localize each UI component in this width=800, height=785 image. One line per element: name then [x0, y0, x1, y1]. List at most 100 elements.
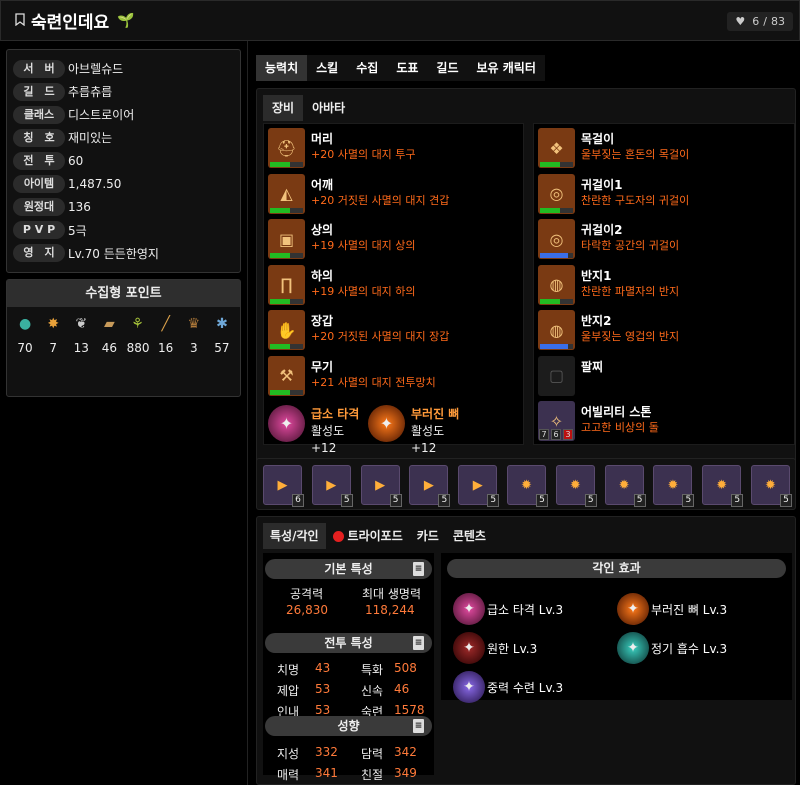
- engraving-name: 원한 Lv.3: [487, 641, 538, 656]
- stat-l2: 친절: [361, 768, 384, 782]
- stat-v: 332: [315, 745, 338, 759]
- stat-l2: 담력: [361, 747, 384, 761]
- engraving-icon: ✦: [453, 671, 485, 703]
- tab-4[interactable]: 길드: [427, 55, 467, 81]
- equipment-slot[interactable]: ⚒ 무기 +21 사멸의 대지 전투망치: [268, 355, 436, 398]
- profile-row: 서 버 아브렐슈드: [13, 57, 234, 80]
- equipment-slot[interactable]: ⛑ 머리 +20 사멸의 대지 투구: [268, 128, 416, 170]
- accessory-slot[interactable]: ◎ 귀걸이2 타락한 공간의 귀걸이: [538, 219, 679, 261]
- equipment-slot[interactable]: ◭ 어깨 +20 거짓된 사멸의 대지 견갑: [268, 173, 449, 216]
- profile-value: 1,487.50: [68, 177, 122, 192]
- bookmark-icon[interactable]: [15, 12, 25, 29]
- island-heart-icon[interactable]: ●: [14, 313, 36, 335]
- quality-bar: [270, 389, 303, 395]
- quality-fill: [540, 298, 560, 304]
- card-slot[interactable]: ▶ 5: [409, 465, 451, 507]
- stat-l2: 특화: [361, 663, 384, 677]
- engraving-name: 부러진 뼈 Lv.3: [651, 602, 728, 617]
- profile-label: 서 버: [13, 59, 65, 78]
- mokoko-seed-icon[interactable]: ⚘: [127, 313, 149, 335]
- card-slot[interactable]: ✹ 5: [653, 465, 695, 507]
- equipment-slot[interactable]: ∏ 하의 +19 사멸의 대지 하의: [268, 264, 416, 307]
- quality-fill: [270, 253, 290, 258]
- engraving-item[interactable]: ✦ 급소 타격 Lv.3: [453, 593, 563, 625]
- stats-tab-label: 카드: [416, 529, 439, 543]
- profile-value: 60: [68, 153, 84, 168]
- profile-value: 디스트로이어: [68, 108, 135, 123]
- stats-tab-3[interactable]: 콘텐츠: [446, 523, 493, 549]
- equipment-name: 어깨: [311, 177, 334, 192]
- card-slot[interactable]: ✹ 5: [555, 465, 597, 507]
- quality-fill: [540, 162, 560, 167]
- accessory-slot[interactable]: ◍ 반지2 울부짖는 영겁의 반지: [538, 310, 679, 352]
- accessory-text: 어빌리티 스톤 고고한 비상의 돌: [581, 401, 659, 443]
- quality-bar: [540, 344, 573, 349]
- document-icon[interactable]: ≡: [413, 636, 424, 650]
- document-icon[interactable]: ≡: [413, 719, 424, 733]
- subtab-0[interactable]: 장비: [263, 95, 304, 121]
- equipment-text: 하의 +19 사멸의 대지 하의: [311, 265, 416, 307]
- accessory-slot[interactable]: ✧ 7 6 3 어빌리티 스톤 고고한 비상의 돌: [538, 401, 659, 443]
- profile-row: P V P 5극: [13, 219, 234, 242]
- mask-icon[interactable]: ♛: [183, 313, 205, 335]
- armor-icon: ⛑: [268, 128, 305, 168]
- card-slot[interactable]: ▶ 5: [458, 465, 500, 507]
- collection-icons: ● ✸ ❦ ▰ ⚘ ╱ ♛ ✱: [7, 307, 240, 335]
- engraving-item[interactable]: ✦ 중력 수련 Lv.3: [453, 671, 563, 703]
- stats-tab-1[interactable]: 트라이포드: [326, 523, 410, 549]
- equipment-desc: +19 사멸의 대지 하의: [311, 284, 416, 298]
- card-slot[interactable]: ▶ 5: [311, 465, 353, 507]
- accessory-icon: ✧ 7 6 3: [538, 401, 575, 441]
- profile-row: 클래스 디스트로이어: [13, 103, 234, 126]
- engraving-icon: ✦: [617, 632, 649, 664]
- card-slot[interactable]: ✹ 5: [507, 465, 548, 507]
- card-slot[interactable]: ▶ 6: [263, 465, 304, 507]
- profile-value: 5극: [68, 223, 87, 238]
- accessory-slot[interactable]: ▢ 팔찌: [538, 355, 603, 398]
- profile-label: 길 드: [13, 82, 65, 101]
- tendency-title: 성향: [337, 719, 360, 733]
- card-slot[interactable]: ✹ 5: [751, 465, 792, 507]
- gem-slot[interactable]: ✦ 급소 타격 활성도 +12: [268, 405, 366, 455]
- tab-2[interactable]: 수집: [347, 55, 387, 81]
- equipment-slot[interactable]: ▣ 상의 +19 사멸의 대지 상의: [268, 219, 416, 261]
- card-slot[interactable]: ✹ 5: [702, 465, 744, 507]
- card-awakening: 5: [731, 494, 744, 507]
- like-count: 6: [752, 15, 760, 28]
- card-slot[interactable]: ▶ 5: [360, 465, 402, 507]
- gem-name: 급소 타격: [311, 407, 360, 421]
- gem-slot[interactable]: ✦ 부러진 뼈 활성도 +12: [368, 405, 466, 455]
- collection-value: 16: [158, 341, 174, 355]
- map-icon[interactable]: ▰: [98, 313, 120, 335]
- card-awakening: 5: [584, 494, 597, 507]
- main-tabs: 능력치 스킬 수집 도표 길드 보유 캐릭터: [256, 55, 545, 81]
- stats-tab-0[interactable]: 특성/각인: [263, 523, 326, 549]
- like-counter[interactable]: ♥ 6 / 83: [727, 12, 793, 31]
- engraving-item[interactable]: ✦ 정기 흡수 Lv.3: [617, 632, 727, 664]
- equipment-slot[interactable]: ✋ 장갑 +20 거짓된 사멸의 대지 장갑: [268, 310, 449, 352]
- art-icon[interactable]: ❦: [70, 313, 92, 335]
- card-slot[interactable]: ✹ 5: [604, 465, 646, 507]
- tendency-header: 성향 ≡: [265, 716, 432, 736]
- collection-value: 13: [73, 341, 89, 355]
- tab-5[interactable]: 보유 캐릭터: [468, 55, 545, 81]
- engraving-item[interactable]: ✦ 원한 Lv.3: [453, 632, 537, 664]
- stone-level-badge: 3: [563, 429, 573, 440]
- tab-0[interactable]: 능력치: [256, 55, 308, 81]
- accessory-slot[interactable]: ❖ 목걸이 울부짖는 혼돈의 목걸이: [538, 128, 689, 170]
- accessory-name: 목걸이: [581, 132, 615, 146]
- subtab-1[interactable]: 아바타: [303, 95, 354, 121]
- profile-row: 아이템 1,487.50: [13, 172, 234, 195]
- giant-heart-icon[interactable]: ✸: [42, 313, 64, 335]
- accessory-slot[interactable]: ◍ 반지1 찬란한 파멸자의 반지: [538, 264, 679, 307]
- world-tree-leaf-icon[interactable]: ✱: [211, 313, 233, 335]
- tab-1[interactable]: 스킬: [307, 55, 347, 81]
- engraving-item[interactable]: ✦ 부러진 뼈 Lv.3: [617, 593, 727, 625]
- orpheus-star-icon[interactable]: ╱: [155, 313, 177, 335]
- stats-tabs: 특성/각인 트라이포드 카드 콘텐츠: [263, 523, 493, 549]
- document-icon[interactable]: ≡: [413, 562, 424, 576]
- accessory-name: 귀걸이2: [581, 223, 623, 237]
- accessory-slot[interactable]: ◎ 귀걸이1 찬란한 구도자의 귀걸이: [538, 173, 689, 216]
- tab-3[interactable]: 도표: [387, 55, 427, 81]
- stats-tab-2[interactable]: 카드: [410, 523, 446, 549]
